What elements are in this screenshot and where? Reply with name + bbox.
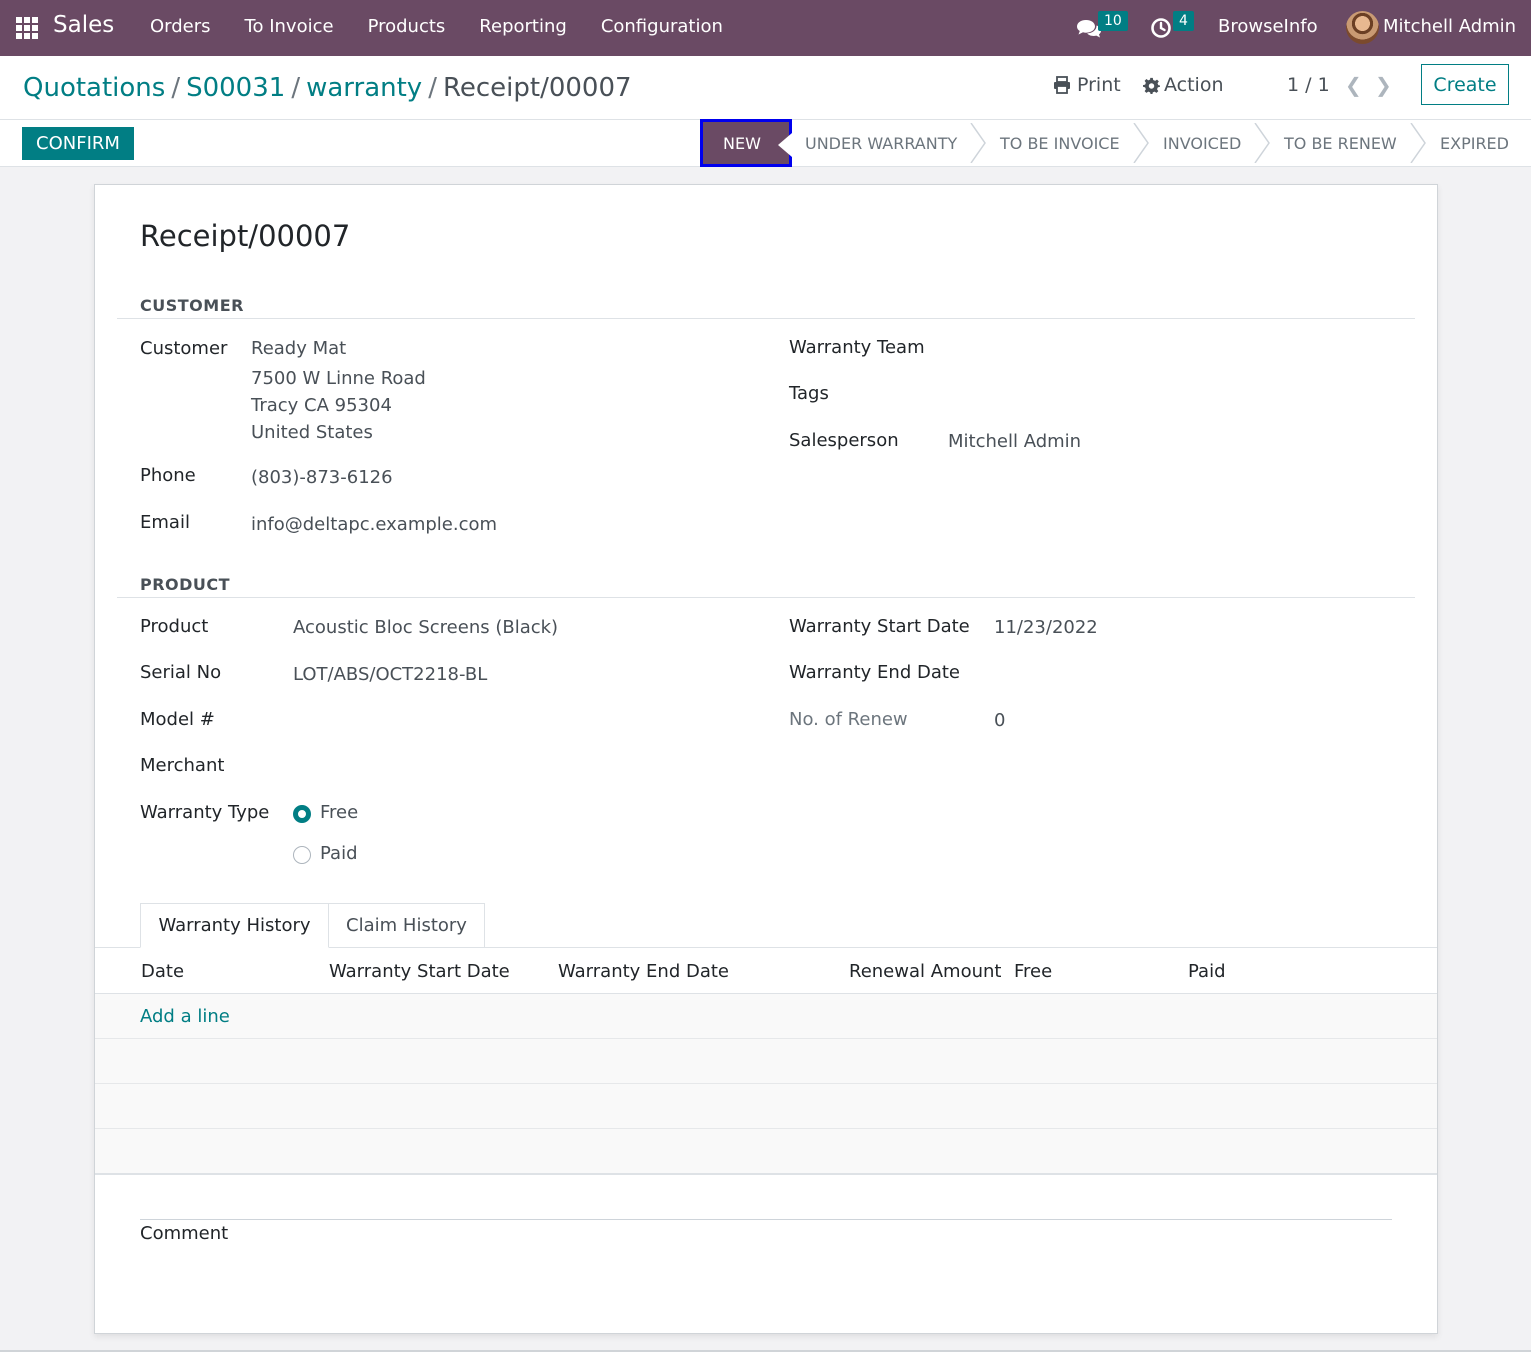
action-label: Action (1164, 74, 1224, 96)
printer-icon (1054, 76, 1070, 94)
user-avatar[interactable] (1346, 11, 1379, 44)
stage-invoiced[interactable]: INVOICED (1163, 119, 1241, 167)
no-of-renew-label: No. of Renew (789, 709, 908, 730)
serial-no-label: Serial No (140, 662, 222, 683)
warranty-type-free-label[interactable]: Free (320, 802, 358, 823)
phone-field[interactable]: (803)-873-6126 (251, 467, 393, 488)
stage-separator (1254, 123, 1270, 163)
menu-item-products[interactable]: Products (368, 16, 446, 37)
apps-menu-icon[interactable] (16, 17, 38, 39)
product-field[interactable]: Acoustic Bloc Screens (Black) (293, 617, 558, 638)
stage-to-be-renew[interactable]: TO BE RENEW (1284, 119, 1397, 167)
divider (117, 318, 1415, 319)
table-header: Date Warranty Start Date Warranty End Da… (95, 948, 1437, 994)
column-paid[interactable]: Paid (1188, 961, 1226, 982)
customer-address-line: 7500 W Linne Road (251, 368, 426, 389)
gear-icon (1143, 77, 1160, 94)
email-label: Email (140, 512, 190, 533)
column-date[interactable]: Date (141, 961, 184, 982)
email-field[interactable]: info@deltapc.example.com (251, 514, 497, 535)
user-menu[interactable]: Mitchell Admin (1383, 16, 1516, 37)
record-title: Receipt/00007 (140, 219, 351, 253)
breadcrumb-current: Receipt/00007 (442, 73, 632, 103)
salesperson-field[interactable]: Mitchell Admin (948, 431, 1081, 452)
merchant-label: Merchant (140, 755, 225, 776)
customer-section-title: CUSTOMER (140, 296, 244, 315)
breadcrumb: Quotations / S00031/warranty / Receipt/00007 (23, 73, 632, 103)
warranty-end-date-label: Warranty End Date (789, 662, 960, 683)
serial-no-field[interactable]: LOT/ABS/OCT2218-BL (293, 664, 487, 685)
activities-count-badge: 4 (1173, 11, 1194, 31)
customer-address-line: Tracy CA 95304 (251, 395, 392, 416)
product-section-title: PRODUCT (140, 575, 231, 594)
stage-new[interactable]: NEW (700, 119, 792, 167)
customer-field[interactable]: Ready Mat (251, 338, 346, 359)
top-navbar: Sales Orders To Invoice Products Reporti… (0, 0, 1531, 56)
stage-separator (1133, 123, 1149, 163)
breadcrumb-order[interactable]: S00031 (186, 73, 285, 103)
create-button[interactable]: Create (1421, 64, 1509, 105)
stage-expired[interactable]: EXPIRED (1440, 119, 1509, 167)
warranty-type-paid-label[interactable]: Paid (320, 843, 358, 864)
model-label: Model # (140, 709, 215, 730)
breadcrumb-separator: / (291, 73, 301, 103)
column-free[interactable]: Free (1014, 961, 1052, 982)
comment-label: Comment (140, 1223, 229, 1244)
pager-value[interactable]: 1 / 1 (1287, 74, 1330, 96)
breadcrumb-quotations[interactable]: Quotations (23, 73, 165, 103)
action-button[interactable]: Action (1143, 74, 1224, 96)
table-row (95, 1129, 1437, 1174)
divider (117, 597, 1415, 598)
no-of-renew-value: 0 (994, 710, 1006, 731)
tab-claim-history[interactable]: Claim History (328, 903, 485, 948)
table-row (95, 1084, 1437, 1129)
stage-to-be-invoice[interactable]: TO BE INVOICE (1000, 119, 1120, 167)
column-renewal-amount[interactable]: Renewal Amount (849, 961, 1001, 982)
divider (95, 1173, 1437, 1175)
menu-item-configuration[interactable]: Configuration (601, 16, 723, 37)
chevron-left-icon[interactable]: ❮ (1345, 73, 1362, 97)
stage-separator (970, 123, 986, 163)
company-switcher[interactable]: BrowseInfo (1218, 16, 1318, 37)
tab-warranty-history[interactable]: Warranty History (140, 903, 329, 948)
main-menu: Orders To Invoice Products Reporting Con… (150, 16, 757, 37)
warranty-type-free-radio[interactable] (293, 805, 311, 823)
print-label: Print (1077, 74, 1121, 96)
phone-label: Phone (140, 465, 196, 486)
product-label: Product (140, 616, 209, 637)
app-name[interactable]: Sales (53, 12, 114, 38)
chevron-right-icon[interactable]: ❯ (1375, 73, 1392, 97)
warranty-start-date-label: Warranty Start Date (789, 616, 970, 637)
form-sheet: Receipt/00007 CUSTOMER Customer Ready Ma… (94, 184, 1438, 1334)
column-warranty-end-date[interactable]: Warranty End Date (558, 961, 729, 982)
column-warranty-start-date[interactable]: Warranty Start Date (329, 961, 510, 982)
activity-clock-icon[interactable] (1150, 17, 1172, 39)
warranty-team-label: Warranty Team (789, 337, 925, 358)
confirm-button[interactable]: CONFIRM (22, 127, 134, 160)
table-row (95, 1039, 1437, 1084)
warranty-type-paid-radio[interactable] (293, 846, 311, 864)
table-row: Add a line (95, 994, 1437, 1039)
breadcrumb-warranty[interactable]: warranty (306, 73, 422, 103)
messages-count-badge: 10 (1098, 11, 1128, 31)
control-panel: Quotations / S00031/warranty / Receipt/00007… (0, 56, 1531, 167)
menu-item-orders[interactable]: Orders (150, 16, 211, 37)
warranty-start-date-field[interactable]: 11/23/2022 (994, 617, 1098, 638)
salesperson-label: Salesperson (789, 430, 899, 451)
tags-label: Tags (789, 383, 829, 404)
stage-under-warranty[interactable]: UNDER WARRANTY (805, 119, 957, 167)
customer-label: Customer (140, 338, 228, 359)
breadcrumb-separator: / (428, 73, 437, 103)
breadcrumb-separator: / (171, 73, 181, 103)
divider (140, 1219, 1392, 1220)
menu-item-to-invoice[interactable]: To Invoice (245, 16, 334, 37)
stage-separator (1410, 123, 1426, 163)
add-a-line-link[interactable]: Add a line (140, 1006, 230, 1027)
warranty-type-label: Warranty Type (140, 802, 270, 823)
customer-address-line: United States (251, 422, 373, 443)
print-button[interactable]: Print (1053, 74, 1121, 96)
menu-item-reporting[interactable]: Reporting (479, 16, 567, 37)
